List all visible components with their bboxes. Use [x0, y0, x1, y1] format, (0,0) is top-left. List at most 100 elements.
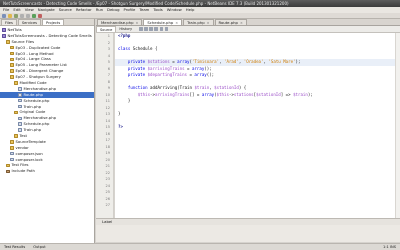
test-results-tab[interactable]: Test Results [0, 244, 29, 250]
project-navigator: Files Services Projects NetTuts NetTutsScre… [0, 19, 95, 243]
php-file-icon [18, 128, 22, 132]
close-icon[interactable]: × [175, 20, 178, 26]
window-title: NetTutsScreencasts - Detecting Code Smel… [3, 1, 289, 6]
editor-tab[interactable]: Train.php × [183, 19, 214, 26]
code-token: $stationId [256, 91, 281, 97]
menu-item-edit[interactable]: Edit [13, 7, 20, 12]
navigator-tab-projects[interactable]: Projects [42, 19, 65, 25]
php-file-icon [18, 104, 22, 109]
comment-icon[interactable] [159, 27, 164, 31]
php-file-icon [18, 92, 22, 97]
menu-item-view[interactable]: View [25, 7, 34, 12]
close-icon[interactable]: × [136, 20, 139, 26]
code-token: arrivingTrains [154, 91, 190, 97]
code-token: Schedule { [132, 46, 158, 51]
editor-tab[interactable]: Merchandise.php × [97, 19, 143, 26]
folder-icon [10, 57, 14, 62]
code-token: array [177, 59, 190, 64]
menu-item-run[interactable]: Run [96, 7, 103, 12]
new-project-icon[interactable] [2, 13, 6, 18]
uncomment-icon[interactable] [164, 27, 169, 31]
php-file-icon [18, 87, 22, 91]
line-number-gutter: 1 2 3 4 5 6 7 8 9 10 11 12 13 14 15 16 17 18 19 20 21 22 23 24 2… [96, 33, 114, 218]
close-icon[interactable]: × [240, 20, 243, 26]
project-icon [2, 28, 6, 32]
php-file-icon [18, 122, 22, 126]
editor-tab-bar: Merchandise.php × Schedule.php × Train.php × R… [96, 19, 400, 26]
php-file-icon [10, 157, 14, 162]
find-icon[interactable] [149, 27, 153, 31]
menu-item-tools[interactable]: Tools [153, 7, 162, 12]
code-token: 'Arad' [224, 59, 239, 64]
folder-icon [10, 145, 14, 150]
menu-item-refactor[interactable]: Refactor [76, 7, 92, 12]
save-icon[interactable] [14, 13, 18, 18]
code-editor[interactable]: <?php class Schedule { private $stations … [115, 33, 395, 218]
line-number: 27 [105, 203, 110, 207]
code-token: $this [137, 91, 151, 97]
window-titlebar: NetTutsScreencasts - Detecting Code Smel… [0, 0, 400, 7]
forward-icon[interactable] [144, 27, 148, 31]
code-token: private [127, 65, 148, 71]
open-folder-icon[interactable] [8, 13, 12, 18]
back-icon[interactable] [139, 27, 143, 31]
code-token: 'Satu Mare' [268, 59, 296, 64]
menu-item-profile[interactable]: Profile [124, 7, 136, 12]
editor-tab[interactable]: Schedule.php × [143, 19, 183, 26]
source-view-button[interactable]: Source [96, 26, 117, 32]
navigator-tabs: Files Services Projects [0, 19, 94, 26]
code-token: addArriving [150, 85, 178, 90]
tree-node[interactable]: Include Path [0, 168, 94, 174]
code-token: $arrivingTrains [147, 65, 185, 71]
menu-item-window[interactable]: Window [167, 7, 182, 12]
editor-tab[interactable]: Route.php × [214, 19, 247, 26]
code-token: $train [194, 85, 210, 90]
editor-action-icons [139, 27, 170, 31]
code-token: (); [204, 65, 212, 71]
folder-icon [10, 51, 14, 56]
editor-tab-label: Schedule.php [147, 19, 174, 25]
menu-item-debug[interactable]: Debug [107, 7, 120, 12]
editor-tab-label: Route.php [218, 19, 238, 25]
code-line: ?> [115, 124, 395, 131]
menu-item-source[interactable]: Source [59, 7, 72, 12]
code-token: <?php [118, 33, 131, 38]
navigator-tab-services[interactable]: Services [17, 19, 42, 25]
status-bar: Test Results Output 1:1 INS [0, 243, 400, 250]
cursor-position: 1:1 INS [383, 245, 396, 249]
library-icon [6, 169, 10, 174]
menu-item-navigate[interactable]: Navigate [38, 7, 55, 12]
menu-item-team[interactable]: Team [139, 7, 149, 12]
bottom-navigator: Label [96, 218, 400, 225]
php-file-icon [18, 116, 22, 121]
history-view-button[interactable]: History [116, 26, 135, 32]
redo-icon[interactable] [26, 13, 30, 18]
debug-icon[interactable] [38, 13, 42, 18]
undo-icon[interactable] [20, 13, 24, 18]
toggle-bookmark-icon[interactable] [154, 27, 158, 31]
code-token: $stations [147, 59, 170, 64]
folder-icon [6, 163, 10, 168]
code-token: 'Timisoara' [191, 59, 220, 64]
code-token: stations [233, 91, 254, 97]
menu-item-file[interactable]: File [3, 7, 9, 12]
code-token: ); [307, 91, 313, 97]
run-icon[interactable] [32, 13, 36, 18]
code-token: ); [295, 59, 301, 64]
editor-tab-label: Merchandise.php [101, 19, 134, 25]
code-token: $this [216, 91, 229, 97]
php-file-icon [18, 98, 22, 103]
project-tree: NetTuts NetTutsScreencasts - Detecting Co… [0, 26, 94, 174]
code-token: $stationId [214, 85, 239, 90]
folder-icon [14, 134, 18, 138]
code-token: ?> [118, 124, 123, 129]
close-icon[interactable]: × [207, 20, 210, 26]
navigator-tab-files[interactable]: Files [1, 19, 17, 25]
menu-item-help[interactable]: Help [186, 7, 195, 12]
tree-node-label: Include Path [11, 168, 35, 174]
code-token: private [127, 59, 148, 64]
navigator-label: Label [102, 219, 113, 224]
code-token: array [194, 72, 207, 77]
output-tab[interactable]: Output [29, 244, 49, 250]
